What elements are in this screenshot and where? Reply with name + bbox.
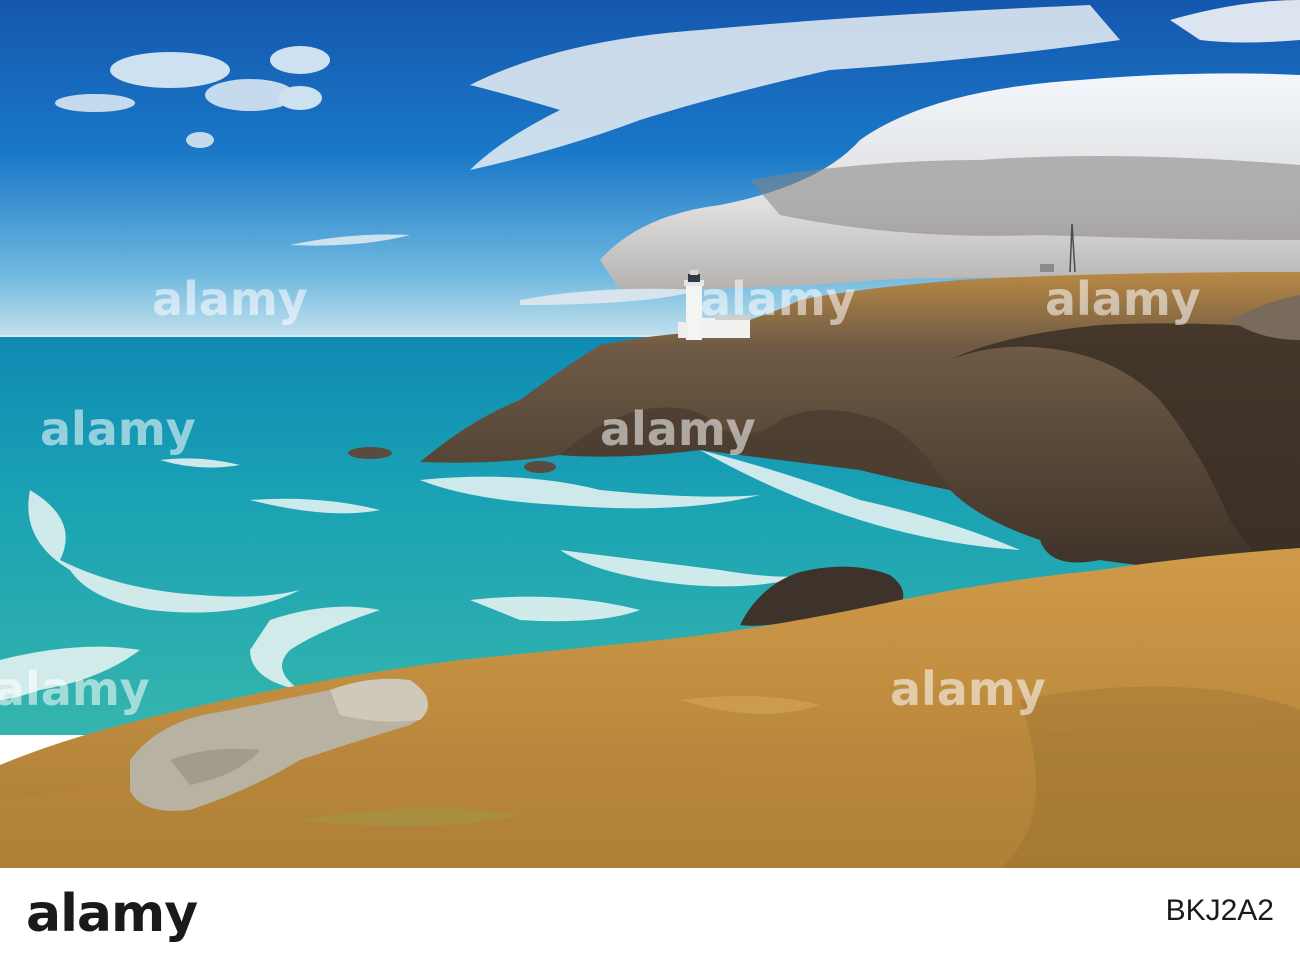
watermark-text-7: alamy [890, 662, 1046, 716]
footer-bar: alamy BKJ2A2 [0, 868, 1300, 956]
watermark-text-6: alamy [0, 662, 150, 716]
watermark-text-2: alamy [700, 272, 856, 326]
watermark-text-3: alamy [1045, 272, 1201, 326]
coastal-lighthouse-photo: alamy alamy alamy alamy alamy alamy alam… [0, 0, 1300, 868]
watermark-text-4: alamy [40, 402, 196, 456]
photo-frame: alamy alamy alamy alamy alamy alamy alam… [0, 0, 1300, 956]
watermark-text-1: alamy [152, 272, 308, 326]
watermark-text-5: alamy [600, 402, 756, 456]
alamy-logo: alamy [26, 884, 198, 944]
image-id-label: BKJ2A2 [1165, 894, 1274, 927]
